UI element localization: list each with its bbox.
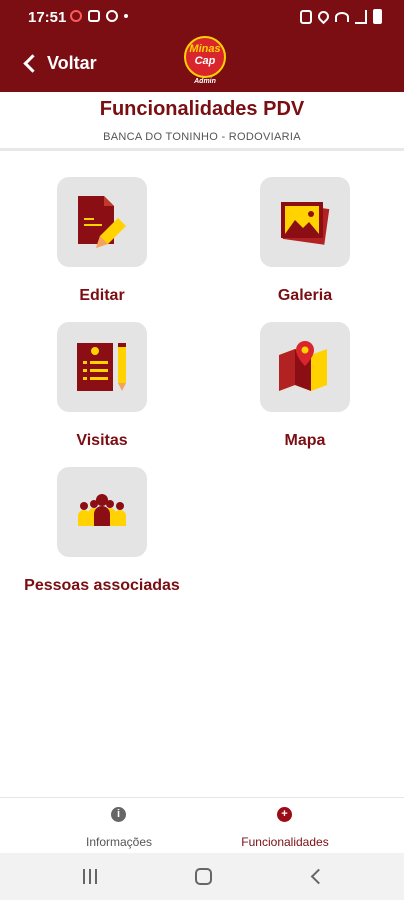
- whatsapp-icon: [106, 10, 118, 22]
- feature-label: Editar: [79, 287, 125, 304]
- tab-funcionalidades[interactable]: + Funcionalidades: [184, 798, 386, 854]
- back-label: Voltar: [47, 52, 97, 73]
- feature-label: Visitas: [76, 432, 128, 449]
- people-icon: [78, 494, 126, 526]
- notification-icons: [70, 10, 128, 22]
- more-notifications-icon: [124, 14, 128, 18]
- recent-apps-button[interactable]: [83, 869, 99, 884]
- info-icon: i: [111, 807, 126, 822]
- status-bar: 17:51: [0, 0, 404, 34]
- app-bar: Voltar Minas Cap Admin: [0, 34, 404, 92]
- map-icon: [279, 341, 327, 391]
- wifi-icon: [335, 11, 349, 22]
- system-nav-bar: [0, 853, 404, 900]
- system-icons: [300, 8, 382, 25]
- logo-line1: Minas: [189, 43, 221, 55]
- header-divider: [0, 148, 404, 151]
- feature-tile-box: [260, 177, 350, 267]
- logo-line2: Cap: [194, 55, 216, 67]
- plus-icon: +: [277, 807, 292, 822]
- home-button[interactable]: [195, 868, 212, 885]
- feature-label: Pessoas associadas: [24, 577, 180, 594]
- page-title: Funcionalidades PDV: [99, 98, 305, 120]
- location-icon: [315, 8, 332, 25]
- logo-subtitle: Admin: [194, 78, 216, 85]
- battery-icon: [373, 9, 382, 24]
- feature-label: Mapa: [284, 432, 326, 449]
- bottom-nav: i Informações + Funcionalidades: [0, 797, 404, 853]
- page-subtitle: BANCA DO TONINHO - RODOVIARIA: [103, 131, 301, 143]
- status-time: 17:51: [28, 9, 67, 26]
- chevron-left-icon: [23, 53, 42, 73]
- feature-tile-box: [260, 322, 350, 412]
- visits-clipboard-icon: [77, 343, 126, 391]
- record-icon: [70, 10, 82, 22]
- feature-tile-box: [57, 467, 147, 557]
- tab-label: Funcionalidades: [241, 835, 329, 849]
- edit-document-icon: [78, 196, 126, 248]
- app-logo: Minas Cap Admin: [180, 36, 230, 90]
- feature-label: Galeria: [277, 287, 333, 304]
- back-button[interactable]: Voltar: [22, 48, 97, 78]
- feature-tile-box: [57, 177, 147, 267]
- feature-tile-box: [57, 322, 147, 412]
- gallery-icon: [281, 202, 330, 245]
- image-icon: [88, 10, 100, 22]
- signal-icon: [355, 9, 367, 24]
- system-back-button[interactable]: [310, 868, 327, 885]
- mute-icon: [300, 9, 312, 24]
